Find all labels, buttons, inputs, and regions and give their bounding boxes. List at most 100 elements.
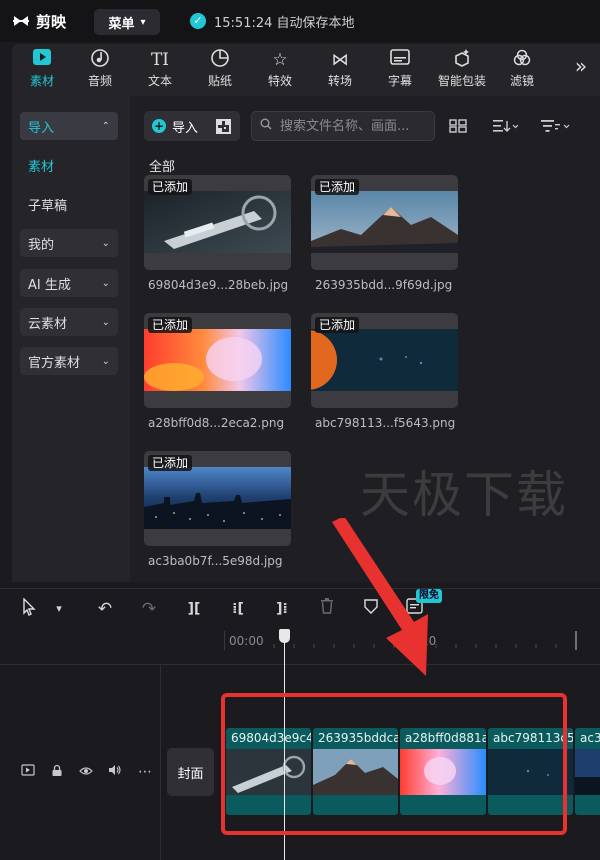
more-options-icon[interactable]: ⋯ [137, 764, 153, 780]
watermark-text: 天极下载 [360, 466, 568, 524]
media-thumbnail[interactable]: 已添加 [311, 313, 458, 408]
trim-left-icon[interactable]: ⁞[ [227, 598, 249, 620]
transition-icon: ⋈ [331, 50, 349, 70]
playhead-handle[interactable] [279, 629, 290, 643]
tab-subtitle[interactable]: 字幕 [370, 48, 430, 94]
plus-icon: + [152, 119, 166, 133]
search-box[interactable] [251, 111, 435, 141]
tab-label: 字幕 [387, 74, 412, 88]
tab-text[interactable]: TI 文本 [130, 48, 190, 94]
thumbnail-satellite-image [144, 191, 291, 253]
capcut-logo-icon [12, 12, 30, 30]
cover-label: 封面 [177, 766, 204, 782]
tab-label: 贴纸 [207, 74, 232, 88]
search-icon [260, 118, 272, 134]
chevron-down-icon: ▾ [140, 16, 146, 28]
undo-icon[interactable]: ↶ [94, 598, 116, 620]
lock-icon[interactable] [49, 764, 65, 780]
filter-icon [492, 48, 552, 72]
timeline-clip[interactable]: ac3 [575, 728, 600, 815]
filter-sort-icon[interactable] [540, 116, 572, 136]
grid-view-icon[interactable] [449, 116, 467, 136]
tab-audio[interactable]: 音频 [70, 48, 130, 94]
added-badge: 已添加 [315, 317, 360, 333]
annotation-arrow [332, 518, 428, 676]
more-tabs-icon[interactable]: » [568, 54, 594, 80]
media-filename: 263935bdd...9f69d.jpg [315, 278, 453, 292]
added-badge: 已添加 [148, 317, 193, 333]
media-play-icon [12, 48, 72, 72]
cover-button[interactable]: 封面 [167, 748, 214, 796]
chevron-down-icon[interactable]: ▾ [48, 598, 70, 620]
tab-effects[interactable]: ☆ 特效 [250, 48, 310, 94]
tab-smart-package[interactable]: 智能包装 [430, 48, 494, 94]
media-thumbnail[interactable]: 已添加 [144, 451, 291, 546]
subtitle-icon [370, 48, 430, 72]
tab-transition[interactable]: ⋈ 转场 [310, 48, 370, 94]
chevron-up-icon: ⌃ [101, 120, 110, 132]
smart-package-icon [430, 48, 494, 72]
media-filename: 69804d3e9...28beb.jpg [148, 278, 289, 292]
sidebar-item-official[interactable]: 官方素材 ⌄ [20, 347, 118, 375]
sidebar-item-import[interactable]: 导入 ⌃ [20, 112, 118, 140]
sidebar-item-sub-draft[interactable]: 子草稿 [20, 190, 118, 218]
section-label-all: 全部 [149, 160, 176, 175]
trim-right-icon[interactable]: ]⁞ [271, 598, 293, 620]
sidebar-item-label: 子草稿 [28, 198, 68, 214]
sidebar-item-label: 我的 [28, 237, 55, 253]
thumbnail-mountain-image [311, 191, 458, 253]
tab-media[interactable]: 素材 [12, 48, 72, 94]
added-badge: 已添加 [315, 179, 360, 195]
qr-code-icon[interactable] [216, 118, 232, 134]
sidebar-item-label: 云素材 [28, 316, 68, 332]
search-input[interactable] [278, 117, 432, 135]
sidebar-item-ai-generate[interactable]: AI 生成 ⌄ [20, 269, 118, 297]
sidebar-item-mine[interactable]: 我的 ⌄ [20, 229, 118, 257]
media-filename: abc798113...f5643.png [315, 416, 456, 430]
video-track-icon [20, 764, 36, 780]
tab-label: 素材 [29, 74, 54, 88]
added-badge: 已添加 [148, 455, 193, 471]
music-note-icon [70, 48, 130, 72]
tab-label: 智能包装 [437, 74, 486, 88]
tab-filter[interactable]: 滤镜 [492, 48, 552, 94]
highlight-box [221, 693, 567, 835]
clip-thumbnail-city [575, 749, 600, 795]
menu-button[interactable]: 菜单 ▾ [94, 9, 160, 35]
app-name: 剪映 [36, 12, 67, 31]
tab-label: 文本 [147, 74, 172, 88]
sticker-icon [190, 48, 250, 72]
thumbnail-planet-image [311, 329, 458, 391]
media-sidebar: 导入 ⌃ 素材 子草稿 我的 ⌄ AI 生成 ⌄ 云素材 ⌄ 官方素材 ⌄ [12, 96, 130, 582]
check-circle-icon: ✓ [190, 13, 206, 29]
sort-icon[interactable] [492, 116, 518, 136]
eye-icon[interactable] [78, 764, 94, 780]
sidebar-item-label: 官方素材 [28, 355, 81, 371]
media-thumbnail[interactable]: 已添加 [144, 175, 291, 270]
track-header-separator [160, 664, 161, 860]
split-icon[interactable]: ][ [183, 598, 205, 620]
tab-label: 特效 [267, 74, 292, 88]
volume-icon[interactable] [107, 764, 123, 780]
media-thumbnail[interactable]: 已添加 [144, 313, 291, 408]
clip-name: ac3 [580, 731, 600, 745]
effects-star-icon: ☆ [272, 50, 288, 70]
media-thumbnail[interactable]: 已添加 [311, 175, 458, 270]
sidebar-item-label: AI 生成 [28, 277, 71, 293]
chevron-down-icon: ⌄ [101, 316, 110, 328]
import-label: 导入 [172, 120, 199, 136]
select-cursor-icon[interactable] [18, 597, 40, 620]
tab-sticker[interactable]: 贴纸 [190, 48, 250, 94]
redo-icon[interactable]: ↷ [138, 598, 160, 620]
sidebar-item-cloud[interactable]: 云素材 ⌄ [20, 308, 118, 336]
menu-label: 菜单 [108, 16, 135, 32]
chevron-down-icon: ⌄ [101, 237, 110, 249]
autosave-status: ✓ 15:51:24 自动保存本地 [190, 11, 355, 31]
import-button[interactable]: + 导入 [144, 111, 240, 141]
tab-label: 滤镜 [509, 74, 534, 88]
text-icon: TI [150, 50, 170, 70]
thumbnail-gradient-image [144, 329, 291, 391]
media-filename: ac3ba0b7f...5e98d.jpg [148, 554, 283, 568]
sidebar-item-label: 导入 [28, 120, 55, 136]
sidebar-item-material[interactable]: 素材 [20, 151, 118, 179]
